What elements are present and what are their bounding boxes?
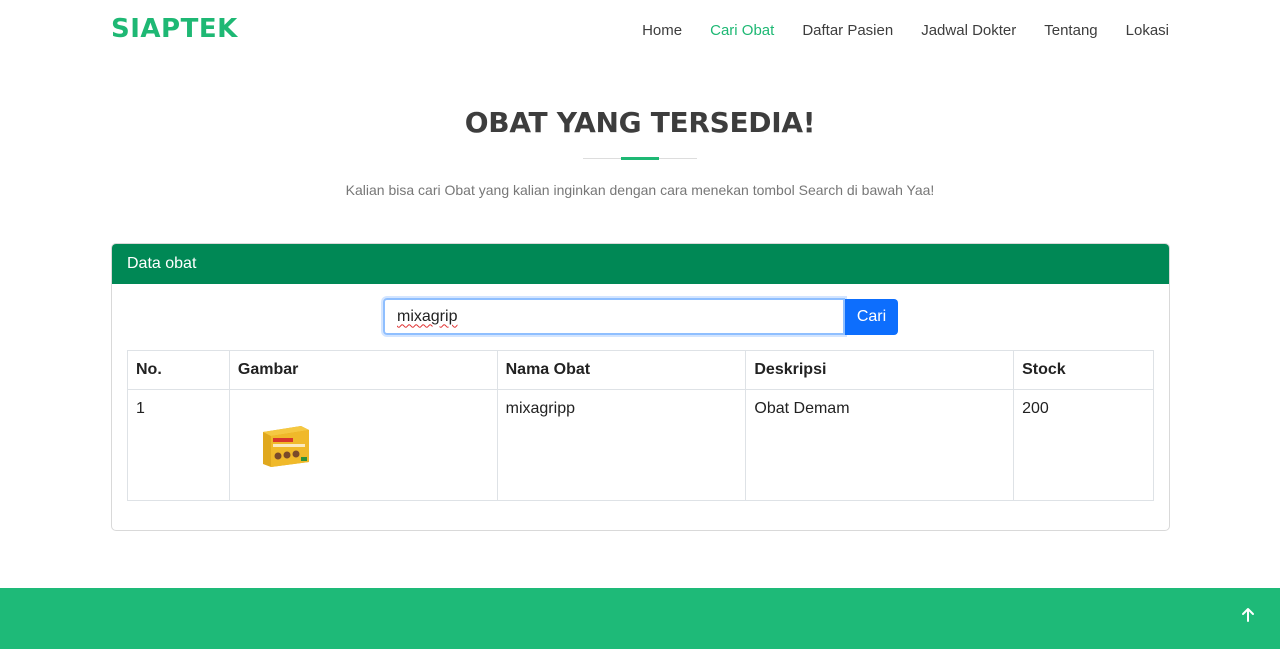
cell-nama-obat: mixagripp [496, 389, 747, 501]
column-header-nama-obat: Nama Obat [496, 350, 747, 390]
nav-item-jadwal-dokter[interactable]: Jadwal Dokter [921, 22, 1016, 39]
search-input[interactable]: mixagrip [383, 298, 845, 335]
nav-item-lokasi[interactable]: Lokasi [1126, 22, 1169, 39]
nav-item-tentang[interactable]: Tentang [1044, 22, 1097, 39]
data-obat-card: Data obat mixagrip Cari No. Gambar Nama … [111, 243, 1170, 531]
table-header-row: No. Gambar Nama Obat Deskripsi Stock [127, 350, 1154, 390]
title-divider-accent [621, 157, 659, 160]
cell-no: 1 [127, 389, 230, 501]
column-header-stock: Stock [1013, 350, 1154, 390]
main-nav: Home Cari Obat Daftar Pasien Jadwal Dokt… [642, 22, 1169, 39]
brand-logo[interactable]: SIAPTEK [111, 14, 238, 44]
cell-stock: 200 [1013, 389, 1154, 501]
search-button[interactable]: Cari [845, 299, 898, 335]
medicine-box-image [262, 426, 309, 467]
section-subtitle: Kalian bisa cari Obat yang kalian ingink… [345, 182, 935, 198]
card-header: Data obat [112, 244, 1169, 284]
nav-item-cari-obat[interactable]: Cari Obat [710, 22, 774, 39]
nav-item-daftar-pasien[interactable]: Daftar Pasien [802, 22, 893, 39]
section-title: OBAT YANG TERSEDIA! [464, 106, 816, 139]
cell-deskripsi: Obat Demam [745, 389, 1015, 501]
cell-gambar [228, 389, 498, 501]
nav-item-home[interactable]: Home [642, 22, 682, 39]
medicine-table: No. Gambar Nama Obat Deskripsi Stock 1 m… [127, 350, 1154, 501]
search-input-value: mixagrip [397, 307, 458, 325]
site-header: SIAPTEK Home Cari Obat Daftar Pasien Jad… [0, 0, 1280, 64]
site-footer [0, 588, 1280, 649]
column-header-no: No. [127, 350, 230, 390]
arrow-up-icon[interactable] [1238, 605, 1258, 625]
table-row: 1 mixagripp Obat Demam 200 [127, 389, 1154, 501]
column-header-deskripsi: Deskripsi [745, 350, 1015, 390]
column-header-gambar: Gambar [228, 350, 498, 390]
